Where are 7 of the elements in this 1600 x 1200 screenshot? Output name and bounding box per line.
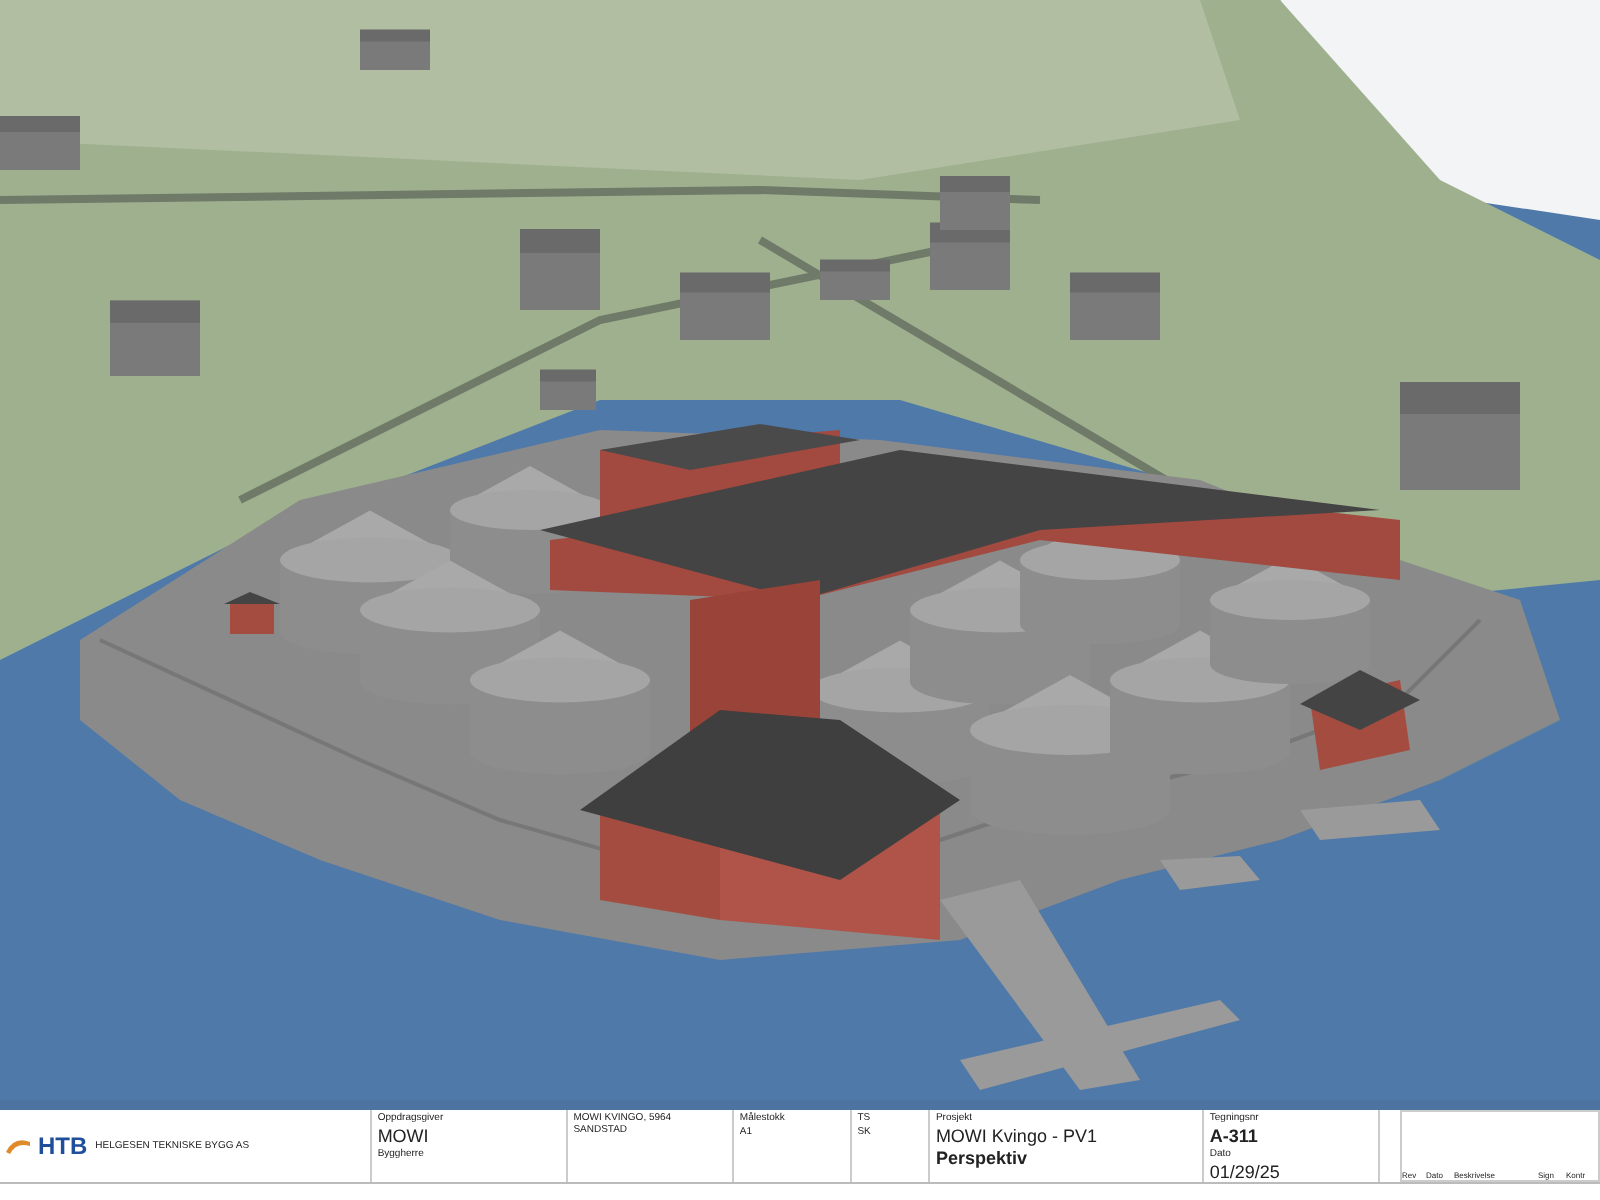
logo-text: HTB (38, 1132, 88, 1160)
logo-mark-icon (6, 1136, 30, 1156)
date-value: 01/29/25 (1209, 1162, 1282, 1182)
drawing-number: A-311 (1209, 1126, 1260, 1146)
drawing-title: Perspektiv (935, 1148, 1029, 1168)
client-name: MOWI (377, 1126, 431, 1146)
project-name: MOWI Kvingo - PV1 (935, 1126, 1099, 1146)
